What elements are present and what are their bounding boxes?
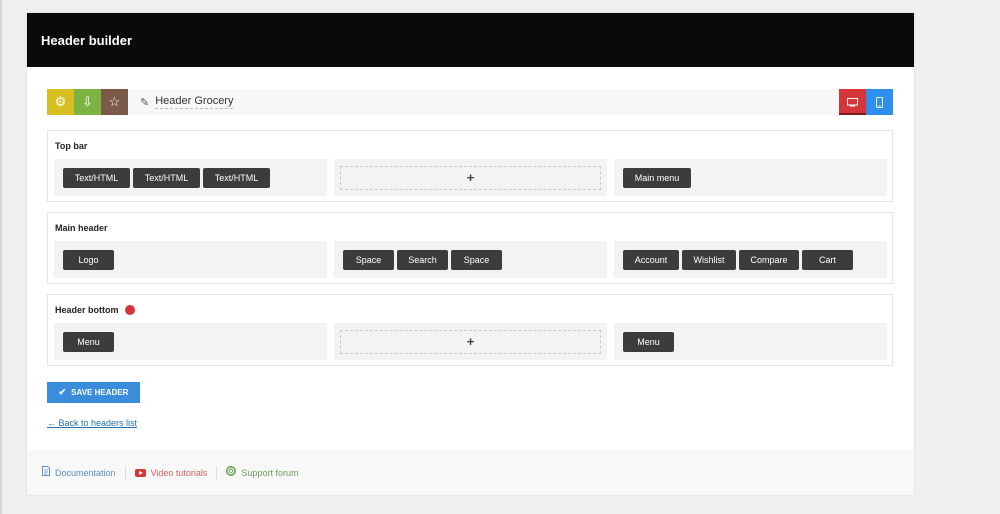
document-icon bbox=[42, 466, 50, 479]
element-text-html[interactable]: Text/HTML bbox=[133, 167, 200, 188]
mobile-icon[interactable] bbox=[866, 89, 893, 115]
element-cart[interactable]: Cart bbox=[802, 249, 853, 270]
element-main-menu[interactable]: Main menu bbox=[623, 167, 691, 188]
element-menu[interactable]: Menu bbox=[623, 331, 674, 352]
element-text-html[interactable]: Text/HTML bbox=[63, 167, 130, 188]
element-space[interactable]: Space bbox=[451, 249, 502, 270]
row-title: Header bottom bbox=[55, 305, 135, 315]
zone-right: Menu bbox=[614, 323, 887, 360]
footer-divider bbox=[124, 466, 126, 479]
element-compare[interactable]: Compare bbox=[739, 249, 799, 270]
star-icon[interactable]: ☆ bbox=[101, 89, 128, 115]
desktop-icon[interactable] bbox=[839, 89, 866, 115]
header-name-label: Header Grocery bbox=[155, 95, 234, 109]
zone-center: Space Search Space bbox=[334, 241, 607, 278]
element-search[interactable]: Search bbox=[397, 249, 448, 270]
zone-center: + bbox=[334, 159, 607, 196]
status-dot bbox=[124, 305, 135, 315]
element-space[interactable]: Space bbox=[343, 249, 394, 270]
row-header-bottom: Header bottom Menu + Menu bbox=[47, 294, 893, 366]
row-main-header: Main header Logo Space Search Space Acco… bbox=[47, 212, 893, 284]
panel-title: Header builder bbox=[27, 13, 914, 67]
youtube-icon bbox=[134, 468, 146, 477]
element-account[interactable]: Account bbox=[623, 249, 679, 270]
video-tutorials-link[interactable]: Video tutorials bbox=[134, 467, 208, 478]
support-forum-link[interactable]: Support forum bbox=[226, 466, 298, 479]
element-logo[interactable]: Logo bbox=[63, 249, 114, 270]
download-icon[interactable]: ⇩ bbox=[74, 89, 101, 115]
zone-right: Main menu bbox=[614, 159, 887, 196]
add-element-button[interactable]: + bbox=[340, 165, 601, 190]
row-title: Top bar bbox=[55, 141, 88, 151]
zone-center: + bbox=[334, 323, 607, 360]
zone-left: Text/HTML Text/HTML Text/HTML bbox=[54, 159, 327, 196]
support-forum-label: Support forum bbox=[241, 467, 299, 478]
zone-right: Account Wishlist Compare Cart bbox=[614, 241, 887, 278]
left-edge bbox=[0, 0, 2, 514]
support-icon bbox=[226, 466, 237, 479]
row-title: Main header bbox=[55, 223, 108, 233]
zone-left: Menu bbox=[54, 323, 327, 360]
documentation-label: Documentation bbox=[55, 467, 116, 478]
pencil-icon: ✎ bbox=[140, 96, 150, 109]
element-menu[interactable]: Menu bbox=[63, 331, 114, 352]
header-builder-panel: Header builder ⚙ ⇩ ☆ ✎ Header Grocery To… bbox=[27, 13, 914, 495]
row-top-bar: Top bar Text/HTML Text/HTML Text/HTML + … bbox=[47, 130, 893, 202]
builder-toolbar: ⚙ ⇩ ☆ ✎ Header Grocery bbox=[47, 89, 893, 115]
footer-divider bbox=[216, 466, 218, 479]
add-element-button[interactable]: + bbox=[340, 329, 601, 354]
footer-links: Documentation Video tutorials Support fo… bbox=[27, 450, 914, 495]
element-text-html[interactable]: Text/HTML bbox=[203, 167, 270, 188]
gear-icon[interactable]: ⚙ bbox=[47, 89, 74, 115]
save-header-button[interactable]: ✔ SAVE HEADER bbox=[47, 382, 140, 403]
video-tutorials-label: Video tutorials bbox=[150, 467, 208, 478]
save-header-label: SAVE HEADER bbox=[71, 388, 129, 397]
device-switcher bbox=[839, 89, 893, 115]
check-icon: ✔ bbox=[58, 387, 67, 397]
zone-left: Logo bbox=[54, 241, 327, 278]
element-wishlist[interactable]: Wishlist bbox=[682, 249, 736, 270]
documentation-link[interactable]: Documentation bbox=[42, 466, 116, 479]
back-to-headers-link[interactable]: ← Back to headers list bbox=[47, 418, 137, 428]
row-title-label: Header bottom bbox=[55, 305, 119, 315]
header-name[interactable]: ✎ Header Grocery bbox=[140, 95, 234, 109]
